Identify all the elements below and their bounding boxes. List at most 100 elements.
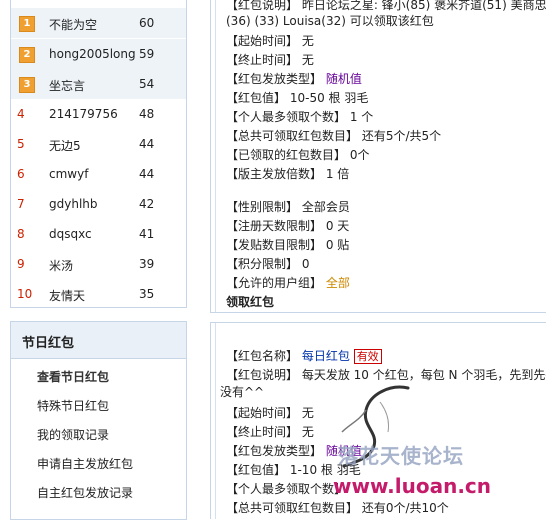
menu-item-view-festival[interactable]: 查看节日红包 [37,368,109,385]
menu-item-my-records[interactable]: 我的领取记录 [37,426,109,443]
rank-count: 42 [139,197,155,211]
field-value: 无 [301,53,314,67]
packet-desc-cont: 没有^^ [220,385,265,399]
field-value: 10-50 根 羽毛 [289,91,369,105]
rank-count: 41 [139,227,155,241]
list-item: 5 无边5 44 [11,129,186,159]
field-label: 【个人最多领取个数】 [226,482,347,496]
festival-menu: 节日红包 查看节日红包 特殊节日红包 我的领取记录 申请自主发放红包 自主红包发… [10,321,187,520]
list-item: 1 不能为空 60 [11,8,186,38]
field-label: 【已领取的红包数目】 [226,148,347,162]
field-label: 【发贴数目限制】 [226,238,323,252]
field-label: 【终止时间】 [226,53,299,67]
rank-username[interactable]: cmwyf [49,167,88,181]
rank-badge: 3 [19,77,35,93]
list-item: 9 米汤 39 [11,249,186,279]
field-label: 【个人最多领取个数】 [226,110,347,124]
field-label: 【红包名称】 [226,349,299,363]
points-row: 【积分限制】 0 [226,255,309,272]
ranking-list: 1 不能为空 60 2 hong2005long 59 3 坐忘言 54 4 2… [10,0,187,308]
list-item: 6 cmwyf 44 [11,159,186,189]
packet-name-link[interactable]: 每日红包 [302,349,350,363]
rank-username[interactable]: 不能为空 [49,16,97,33]
type-row: 【红包发放类型】 随机值 [226,70,362,87]
total-row: 【总共可领取红包数目】 还有0个/共10个 [226,499,449,516]
multiplier-row: 【版主发放倍数】 1 倍 [226,165,349,182]
rank-number: 7 [17,197,25,211]
rank-username[interactable]: 坐忘言 [49,77,85,94]
rank-number: 8 [17,227,25,241]
field-value: 1 倍 [325,167,350,181]
claim-packet-link[interactable]: 领取红包 [226,293,274,310]
field-value: 无 [301,406,314,420]
rank-number: 9 [17,257,25,271]
rank-count: 60 [139,16,155,30]
field-label: 【版主发放倍数】 [226,167,323,181]
field-label: 【红包值】 [226,91,287,105]
rank-username[interactable]: gdyhlhb [49,197,98,211]
rank-username[interactable]: 无边5 [49,137,81,154]
rank-number: 5 [17,137,25,151]
rank-count: 35 [139,287,155,301]
field-label: 【性别限制】 [226,200,299,214]
menu-item-issue-records[interactable]: 自主红包发放记录 [37,484,133,501]
rank-count: 44 [139,167,155,181]
per-person-row: 【个人最多领取个数】 1 个 [226,108,373,125]
total-row: 【总共可领取红包数目】 还有5个/共5个 [226,127,441,144]
list-item: 2 hong2005long 59 [11,39,186,69]
posts-row: 【发贴数目限制】 0 贴 [226,236,349,253]
rank-number: 6 [17,167,25,181]
rank-username[interactable]: 友情天 [49,287,85,304]
field-label: 【终止时间】 [226,425,299,439]
rank-username[interactable]: dqsqxc [49,227,92,241]
rank-count: 54 [139,77,155,91]
list-item: 8 dqsqxc 41 [11,219,186,249]
field-label: 【红包值】 [226,463,287,477]
rank-username[interactable]: 214179756 [49,107,118,121]
menu-item-special-festival[interactable]: 特殊节日红包 [37,397,109,414]
packet-desc-cont: (36) (33) Louisa(32) 可以领取该红包 [226,12,434,29]
status-badge: 有效 [353,349,382,364]
end-time-row: 【终止时间】 无 [226,51,314,68]
field-value: 0 贴 [325,238,350,252]
rank-count: 44 [139,137,155,151]
rank-number: 10 [17,287,33,301]
start-time-row: 【起始时间】 无 [226,404,314,421]
start-time-row: 【起始时间】 无 [226,32,314,49]
rank-count: 59 [139,47,155,61]
rank-badge: 2 [19,47,35,63]
rank-badge: 1 [19,16,35,32]
watermark-title: 落花天使论坛 [338,444,464,468]
field-label: 【允许的用户组】 [226,276,323,290]
field-label: 【总共可领取红包数目】 [226,129,359,143]
festival-menu-title: 节日红包 [22,336,75,351]
list-item: 10 友情天 35 [11,279,186,309]
packet-name-row: 【红包名称】 每日红包 有效 [226,347,382,364]
field-label: 【积分限制】 [226,257,299,271]
field-value: 还有0个/共10个 [361,501,449,515]
value-row: 【红包值】 10-50 根 羽毛 [226,89,368,106]
field-value: 0 [301,257,310,271]
field-value: 0 天 [325,219,350,233]
end-time-row: 【终止时间】 无 [226,423,314,440]
packet-detail-1: 【红包说明】 昨日论坛之星: 锋小(85) 褒米芥道(51) 美商忠刁 (36)… [210,0,546,313]
field-label: 【注册天数限制】 [226,219,323,233]
rank-number: 4 [17,107,25,121]
packet-desc-line2: (36) (33) Louisa(32) 可以领取该红包 [226,14,434,28]
gender-row: 【性别限制】 全部会员 [226,198,350,215]
groups-row: 【允许的用户组】 全部 [226,274,350,291]
list-item: 3 坐忘言 54 [11,69,186,99]
field-label: 【起始时间】 [226,406,299,420]
per-person-row: 【个人最多领取个数】 [226,480,346,497]
field-label: 【总共可领取红包数目】 [226,501,359,515]
menu-item-apply-packet[interactable]: 申请自主发放红包 [37,455,133,472]
field-value: 1 个 [349,110,374,124]
list-item: 4 214179756 48 [11,99,186,129]
rank-username[interactable]: 米汤 [49,257,73,274]
rank-username[interactable]: hong2005long [49,47,136,61]
regdays-row: 【注册天数限制】 0 天 [226,217,349,234]
field-value: 无 [301,425,314,439]
field-value: 无 [301,34,314,48]
watermark-url: www.luoan.cn [333,474,492,498]
field-value: 随机值 [325,72,362,86]
